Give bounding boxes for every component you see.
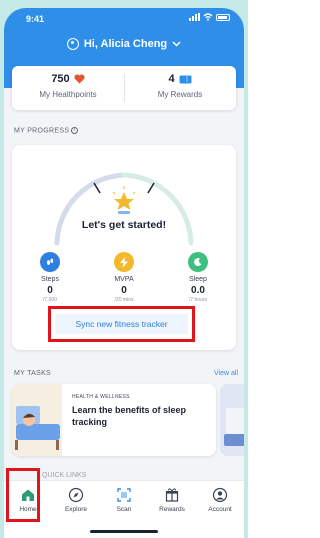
star-icon bbox=[112, 186, 136, 214]
wifi-icon bbox=[203, 13, 213, 21]
tab-label: Scan bbox=[116, 506, 132, 513]
progress-headline: Let's get started! bbox=[81, 219, 167, 231]
metric-value: 0.0 bbox=[191, 285, 205, 296]
stats-card: 750 My Healthpoints 4 My Rewards bbox=[12, 66, 236, 110]
rewards-stat[interactable]: 4 My Rewards bbox=[124, 66, 236, 110]
heart-icon bbox=[74, 74, 85, 84]
task-category: HEALTH & WELLNESS bbox=[72, 394, 130, 400]
chevron-down-icon bbox=[172, 41, 181, 47]
next-task-illustration bbox=[220, 384, 244, 456]
progress-title-text: MY PROGRESS bbox=[14, 127, 70, 135]
rewards-row: 4 bbox=[124, 73, 236, 85]
rewards-label: My Rewards bbox=[157, 90, 203, 99]
healthpoints-row: 750 bbox=[12, 73, 124, 85]
view-all-link[interactable]: View all bbox=[214, 370, 238, 377]
metric-mvpa[interactable]: MVPA 0 /20 mins bbox=[96, 252, 152, 303]
task-card[interactable]: HEALTH & WELLNESS Learn the benefits of … bbox=[12, 384, 216, 456]
battery-icon bbox=[216, 13, 230, 21]
gauge-tick-left bbox=[93, 182, 101, 194]
metric-sleep[interactable]: Sleep 0.0 /7 hours bbox=[170, 252, 226, 303]
tasks-section-title: MY TASKS bbox=[14, 370, 52, 377]
quick-links-title: QUICK LINKS bbox=[42, 472, 87, 479]
metric-target: /7,000 bbox=[43, 297, 57, 303]
tab-label: Rewards bbox=[159, 506, 185, 513]
ticket-icon bbox=[179, 75, 192, 83]
compass-icon bbox=[68, 487, 84, 503]
info-icon[interactable]: i bbox=[71, 127, 79, 134]
task-title: Learn the benefits of sleep tracking bbox=[72, 405, 187, 427]
sync-fitness-tracker-button[interactable]: Sync new fitness tracker bbox=[55, 314, 188, 334]
sleep-illustration bbox=[12, 384, 62, 456]
status-time: 9:41 bbox=[26, 14, 45, 24]
tasks-header: MY TASKS View all bbox=[14, 370, 238, 377]
scan-icon bbox=[117, 488, 131, 502]
greeting-text: Hi, Alicia Cheng bbox=[83, 38, 168, 50]
steps-icon bbox=[40, 252, 60, 272]
healthpoints-label: My Healthpoints bbox=[39, 90, 97, 99]
home-indicator bbox=[90, 530, 158, 533]
metric-steps[interactable]: Steps 0 /7,000 bbox=[22, 252, 78, 303]
metric-target: /20 mins bbox=[114, 297, 134, 303]
metric-label: Sleep bbox=[189, 276, 207, 283]
healthpoints-stat[interactable]: 750 My Healthpoints bbox=[12, 66, 124, 110]
metric-label: MVPA bbox=[114, 276, 134, 283]
tab-label: Account bbox=[208, 506, 232, 513]
tab-account[interactable]: Account bbox=[196, 487, 244, 513]
progress-gauge bbox=[54, 172, 194, 246]
account-icon bbox=[212, 487, 228, 503]
tab-rewards[interactable]: Rewards bbox=[148, 487, 196, 513]
status-bar: 9:41 bbox=[4, 8, 244, 28]
tab-explore[interactable]: Explore bbox=[52, 487, 100, 513]
tab-label: Explore bbox=[64, 506, 88, 513]
metric-target: /7 hours bbox=[188, 297, 208, 303]
gauge-tick-right bbox=[147, 182, 155, 194]
metric-label: Steps bbox=[41, 276, 59, 283]
mvpa-bolt-icon bbox=[114, 252, 134, 272]
screenshot-frame: 9:41 Hi, Alicia Cheng 750 My Healthpoint… bbox=[0, 0, 248, 538]
sleep-moon-icon bbox=[188, 252, 208, 272]
metric-value: 0 bbox=[47, 285, 53, 296]
user-icon bbox=[66, 38, 79, 50]
progress-section-title: MY PROGRESS i bbox=[14, 127, 79, 135]
phone-screen: 9:41 Hi, Alicia Cheng 750 My Healthpoint… bbox=[4, 8, 244, 538]
home-tab-highlight-box bbox=[6, 468, 40, 522]
task-card-next[interactable] bbox=[220, 384, 244, 456]
healthpoints-value: 750 bbox=[51, 73, 70, 85]
rewards-value: 4 bbox=[168, 73, 175, 85]
progress-metrics: Steps 0 /7,000 MVPA 0 /20 mins Sleep 0.0… bbox=[22, 252, 226, 303]
profile-switcher[interactable]: Hi, Alicia Cheng bbox=[4, 38, 244, 50]
gift-icon bbox=[165, 488, 179, 502]
sync-highlight-box: Sync new fitness tracker bbox=[48, 306, 195, 342]
signal-icon bbox=[189, 13, 200, 21]
tab-scan[interactable]: Scan bbox=[100, 487, 148, 513]
metric-value: 0 bbox=[121, 285, 127, 296]
status-icons bbox=[189, 13, 230, 21]
